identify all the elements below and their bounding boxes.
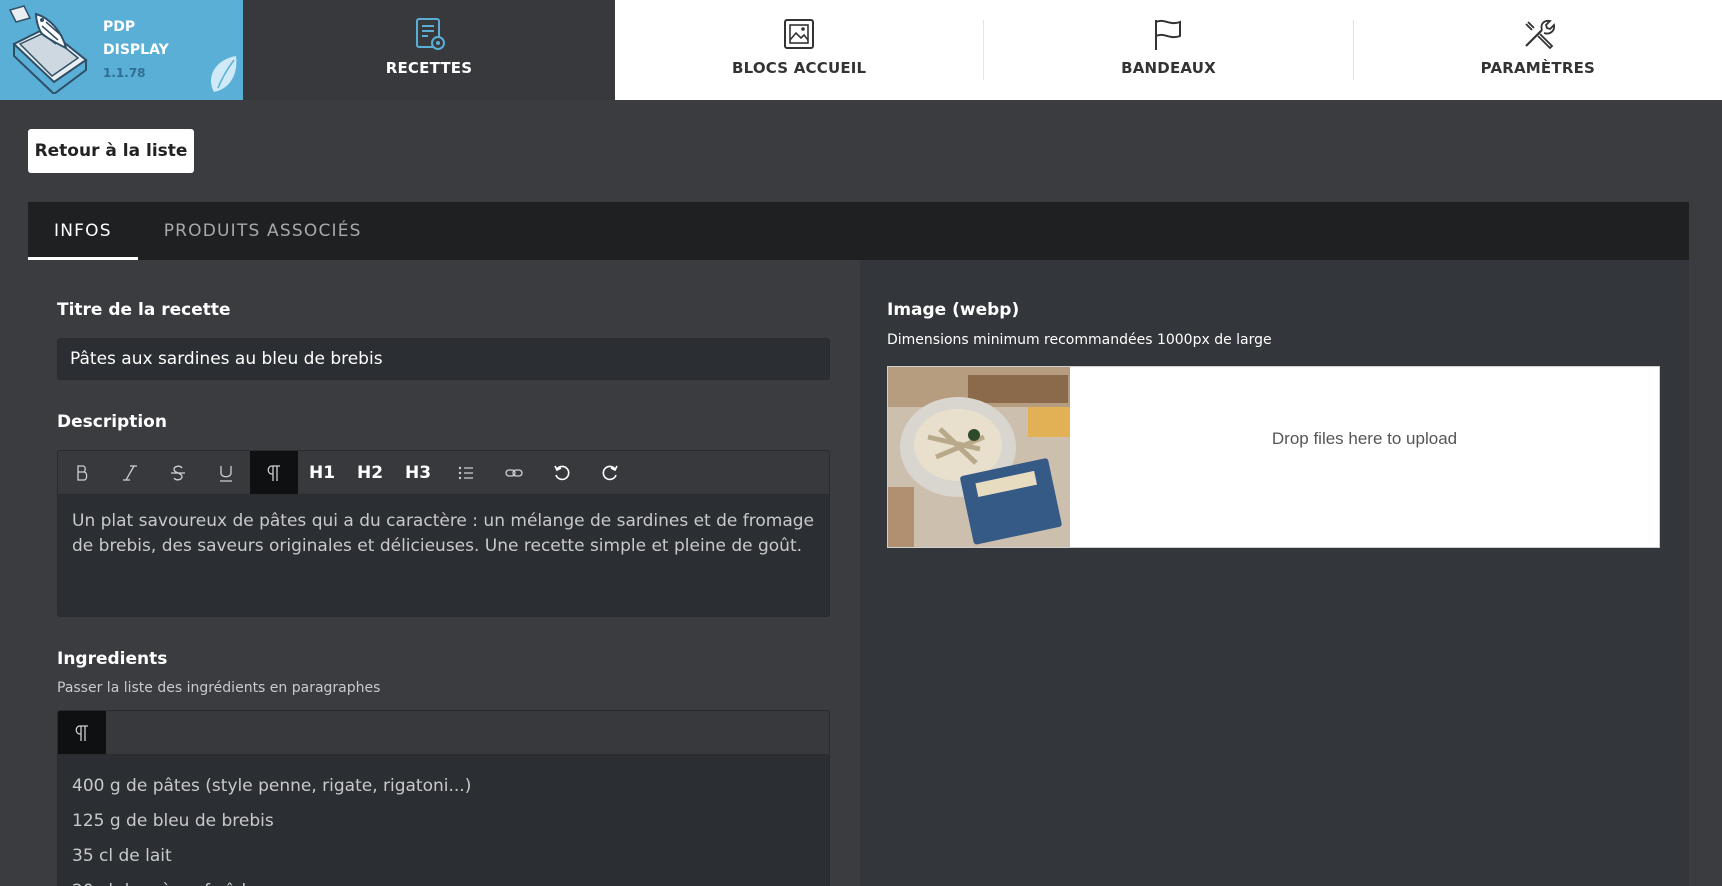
nav-tab-parametres[interactable]: PARAMÈTRES <box>1353 0 1722 100</box>
paragraph-button[interactable] <box>250 451 298 494</box>
flag-icon <box>1155 19 1182 50</box>
nav-tab-bandeaux[interactable]: BANDEAUX <box>984 0 1353 100</box>
brand-block[interactable]: PDP DISPLAY 1.1.78 <box>0 0 243 100</box>
nav-secondary-group: BLOCS ACCUEIL BANDEAUX PARAMÈTRES <box>615 0 1722 100</box>
title-field-label: Titre de la recette <box>57 300 231 320</box>
description-text-area[interactable]: Un plat savoureux de pâtes qui a du cara… <box>58 495 829 573</box>
nav-tab-blocs-accueil[interactable]: BLOCS ACCUEIL <box>615 0 984 100</box>
image-help-text: Dimensions minimum recommandées 1000px d… <box>887 332 1272 348</box>
bold-icon <box>77 464 88 481</box>
paragraph-icon <box>267 464 280 481</box>
heading2-button[interactable]: H2 <box>346 451 394 494</box>
tab-infos[interactable]: INFOS <box>28 202 138 260</box>
form-left-column: Titre de la recette Pâtes aux sardines a… <box>28 260 860 886</box>
heading3-button[interactable]: H3 <box>394 451 442 494</box>
ingredients-help-text: Passer la liste des ingrédients en parag… <box>57 680 381 696</box>
italic-icon <box>123 464 137 481</box>
nav-label: BANDEAUX <box>1121 59 1216 77</box>
image-frame-icon <box>784 19 815 49</box>
nav-label: PARAMÈTRES <box>1480 59 1596 77</box>
description-toolbar: H1 H2 H3 <box>58 451 829 495</box>
ingredient-line: 125 g de bleu de brebis <box>72 811 274 831</box>
tab-produits-associes[interactable]: PRODUITS ASSOCIÉS <box>138 202 388 260</box>
tools-icon <box>1525 19 1555 50</box>
underline-icon <box>220 465 232 482</box>
heading1-button[interactable]: H1 <box>298 451 346 494</box>
sub-tabs-bar: INFOS PRODUITS ASSOCIÉS <box>28 202 1689 260</box>
recipe-edit-panel: INFOS PRODUITS ASSOCIÉS Titre de la rece… <box>28 202 1689 886</box>
ingredients-text-area[interactable]: 400 g de pâtes (style penne, rigate, rig… <box>58 755 829 886</box>
undo-icon <box>554 465 570 480</box>
link-icon <box>505 468 523 477</box>
bullet-list-button[interactable] <box>442 451 490 494</box>
paragraph-icon <box>75 724 88 741</box>
brand-name-line1: PDP <box>103 19 136 35</box>
nav-label: BLOCS ACCUEIL <box>732 59 867 77</box>
redo-icon <box>602 465 618 480</box>
ingredient-line: 400 g de pâtes (style penne, rigate, rig… <box>72 776 472 796</box>
brand-name: PDP DISPLAY <box>103 16 169 62</box>
image-field-label: Image (webp) <box>887 300 1020 320</box>
ingredient-line: 20 cl de crème fraîche <box>72 874 815 886</box>
leaf-decoration-icon <box>210 56 237 92</box>
underline-button[interactable] <box>202 451 250 494</box>
paragraph-button[interactable] <box>58 711 106 754</box>
top-navigation: PDP DISPLAY 1.1.78 RECETTES BLOCS ACCUEI… <box>0 0 1722 100</box>
description-field-label: Description <box>57 412 167 432</box>
bold-button[interactable] <box>58 451 106 494</box>
app-version: 1.1.78 <box>103 66 146 80</box>
link-button[interactable] <box>490 451 538 494</box>
ingredients-toolbar <box>58 711 829 755</box>
sardine-can-logo-icon <box>8 5 88 94</box>
form-right-column: Image (webp) Dimensions minimum recomman… <box>860 260 1689 886</box>
ingredients-field-label: Ingredients <box>57 649 168 669</box>
nav-label: RECETTES <box>385 59 473 77</box>
undo-button[interactable] <box>538 451 586 494</box>
ingredient-line: 35 cl de lait <box>72 846 172 866</box>
image-dropzone[interactable]: Drop files here to upload <box>887 366 1660 548</box>
strikethrough-button[interactable] <box>154 451 202 494</box>
italic-button[interactable] <box>106 451 154 494</box>
nav-tab-recettes[interactable]: RECETTES <box>243 0 615 100</box>
strikethrough-icon <box>171 465 185 480</box>
brand-name-line2: DISPLAY <box>103 42 169 58</box>
description-editor: H1 H2 H3 Un plat savoureux de pâtes qui … <box>57 450 830 617</box>
recipe-settings-icon <box>416 18 445 50</box>
back-to-list-button[interactable]: Retour à la liste <box>28 129 194 173</box>
recipe-image-thumbnail[interactable] <box>888 367 1070 547</box>
recipe-title-input[interactable]: Pâtes aux sardines au bleu de brebis <box>57 338 830 380</box>
ingredients-editor: 400 g de pâtes (style penne, rigate, rig… <box>57 710 830 886</box>
redo-button[interactable] <box>586 451 634 494</box>
dropzone-text: Drop files here to upload <box>1271 429 1458 448</box>
list-icon <box>458 466 473 479</box>
